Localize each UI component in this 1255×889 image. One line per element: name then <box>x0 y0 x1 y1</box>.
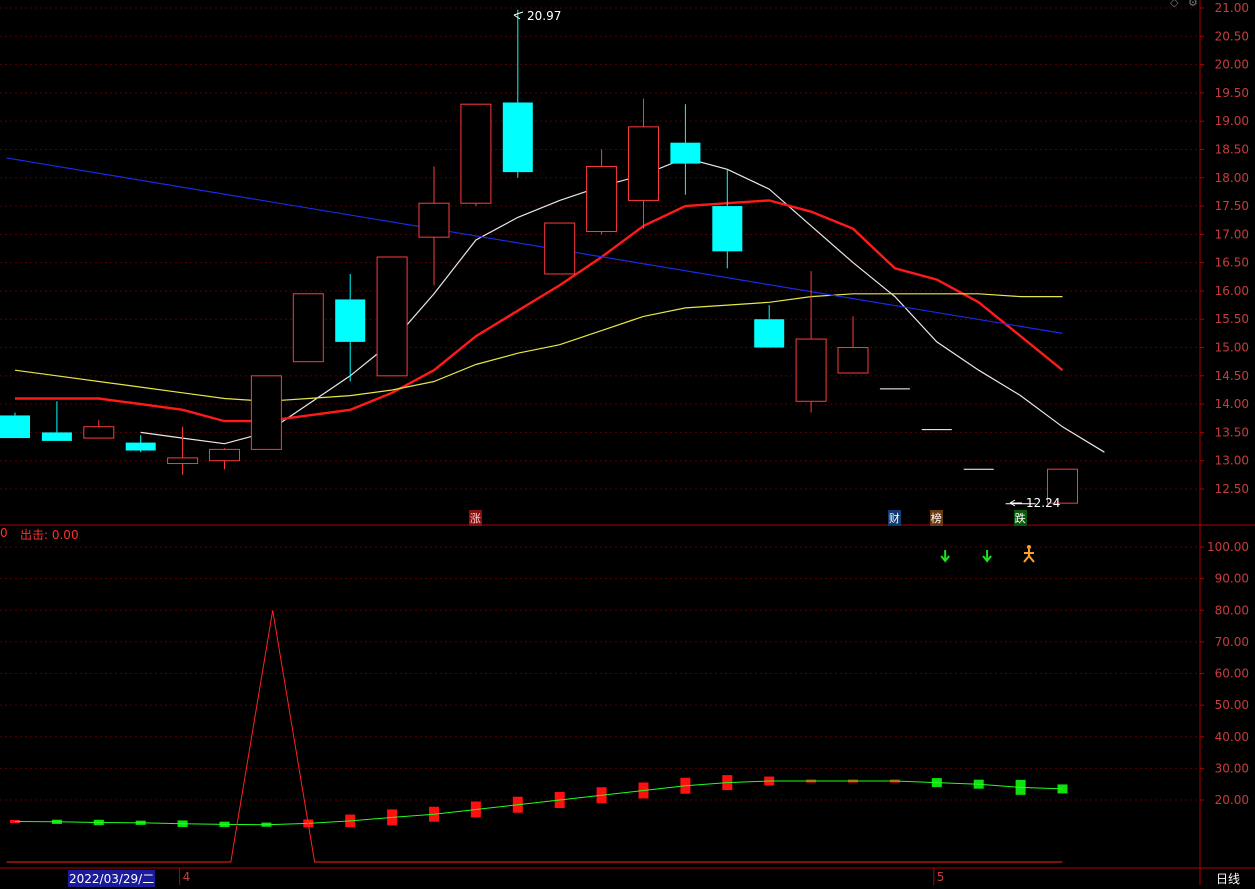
price-tick-label: 15.00 <box>1215 341 1249 355</box>
candle-body-up <box>250 375 282 450</box>
flag-finance[interactable]: 财 <box>887 510 901 526</box>
candle-body-down <box>754 319 785 348</box>
candle-body-up <box>460 103 492 204</box>
price-tick-label: 13.00 <box>1215 454 1249 468</box>
indicator-tick-label: 80.00 <box>1215 603 1249 617</box>
candle-body-down <box>0 415 30 439</box>
candle-body-up <box>837 347 869 374</box>
indicator-tick-label: 20.00 <box>1215 793 1249 807</box>
period-label[interactable]: 日线 <box>1216 870 1240 887</box>
left-fragment: 0 <box>0 526 8 540</box>
price-tick-label: 18.00 <box>1215 171 1249 185</box>
price-tick-label: 12.50 <box>1215 482 1249 496</box>
candle-body-up <box>795 338 827 402</box>
price-tick-label: 17.00 <box>1215 227 1249 241</box>
gear-icon[interactable]: ⚙ <box>1188 0 1198 9</box>
high-price-label: 20.97 <box>527 9 562 23</box>
date-cursor-label: 2022/03/29/二 <box>68 870 156 887</box>
candle-body-down <box>335 299 366 342</box>
indicator-tick-label: 70.00 <box>1215 635 1249 649</box>
price-tick-label: 19.50 <box>1215 86 1249 100</box>
indicator-tick-label: 30.00 <box>1215 761 1249 775</box>
candle-body-up <box>376 256 408 377</box>
price-tick-label: 20.00 <box>1215 58 1249 72</box>
flag-ranking[interactable]: 榜 <box>929 510 943 526</box>
price-tick-label: 17.50 <box>1215 199 1249 213</box>
price-tick-label: 20.50 <box>1215 29 1249 43</box>
flag-fall[interactable]: 跌 <box>1013 510 1027 526</box>
price-tick-label: 19.00 <box>1215 114 1249 128</box>
month-label-may: 5 <box>936 870 945 884</box>
candle-body-down <box>670 142 701 164</box>
candle-body-up <box>292 293 324 363</box>
candle-body-up <box>544 222 576 275</box>
candle-body-down <box>502 102 533 173</box>
chart-background <box>0 0 1255 885</box>
candle-body-down <box>712 206 743 252</box>
chart-canvas[interactable]: 12.50 13.00 13.50 14.00 14.50 15.00 15.50 16.00… <box>0 0 1255 885</box>
flag-rise[interactable]: 涨 <box>468 510 482 526</box>
price-tick-label: 15.50 <box>1215 312 1249 326</box>
price-tick-label: 18.50 <box>1215 142 1249 156</box>
stock-chart-window: 12.50 13.00 13.50 14.00 14.50 15.00 15.50 16.00… <box>0 0 1255 887</box>
candle-body-up <box>167 457 199 465</box>
candle-body-down <box>41 432 72 441</box>
candle-body-up <box>209 448 240 462</box>
price-tick-label: 21.00 <box>1215 1 1249 15</box>
candle-body-down <box>125 442 156 451</box>
indicator-tick-label: 100.00 <box>1207 540 1249 554</box>
candle-body-up <box>628 126 659 201</box>
runner-icon-head <box>1026 545 1031 549</box>
indicator-tick-label: 40.00 <box>1215 730 1249 744</box>
candle-body-up <box>418 202 450 238</box>
price-tick-label: 16.00 <box>1215 284 1249 298</box>
low-price-label: 12.24 <box>1026 496 1061 510</box>
candle-body-up <box>83 426 115 439</box>
price-tick-label: 13.50 <box>1215 425 1249 439</box>
exit-indicator-label: 出击: 0.00 <box>20 528 79 542</box>
candle-body-up <box>586 165 618 233</box>
price-tick-label: 16.50 <box>1215 256 1249 270</box>
month-label-april: 4 <box>182 870 191 884</box>
price-tick-label: 14.50 <box>1215 369 1249 383</box>
price-tick-label: 14.00 <box>1215 397 1249 411</box>
indicator-tick-label: 50.00 <box>1215 698 1249 712</box>
indicator-tick-label: 60.00 <box>1215 667 1249 681</box>
settings-icon[interactable]: ◇ <box>1170 0 1178 9</box>
indicator-tick-label: 90.00 <box>1215 572 1249 586</box>
